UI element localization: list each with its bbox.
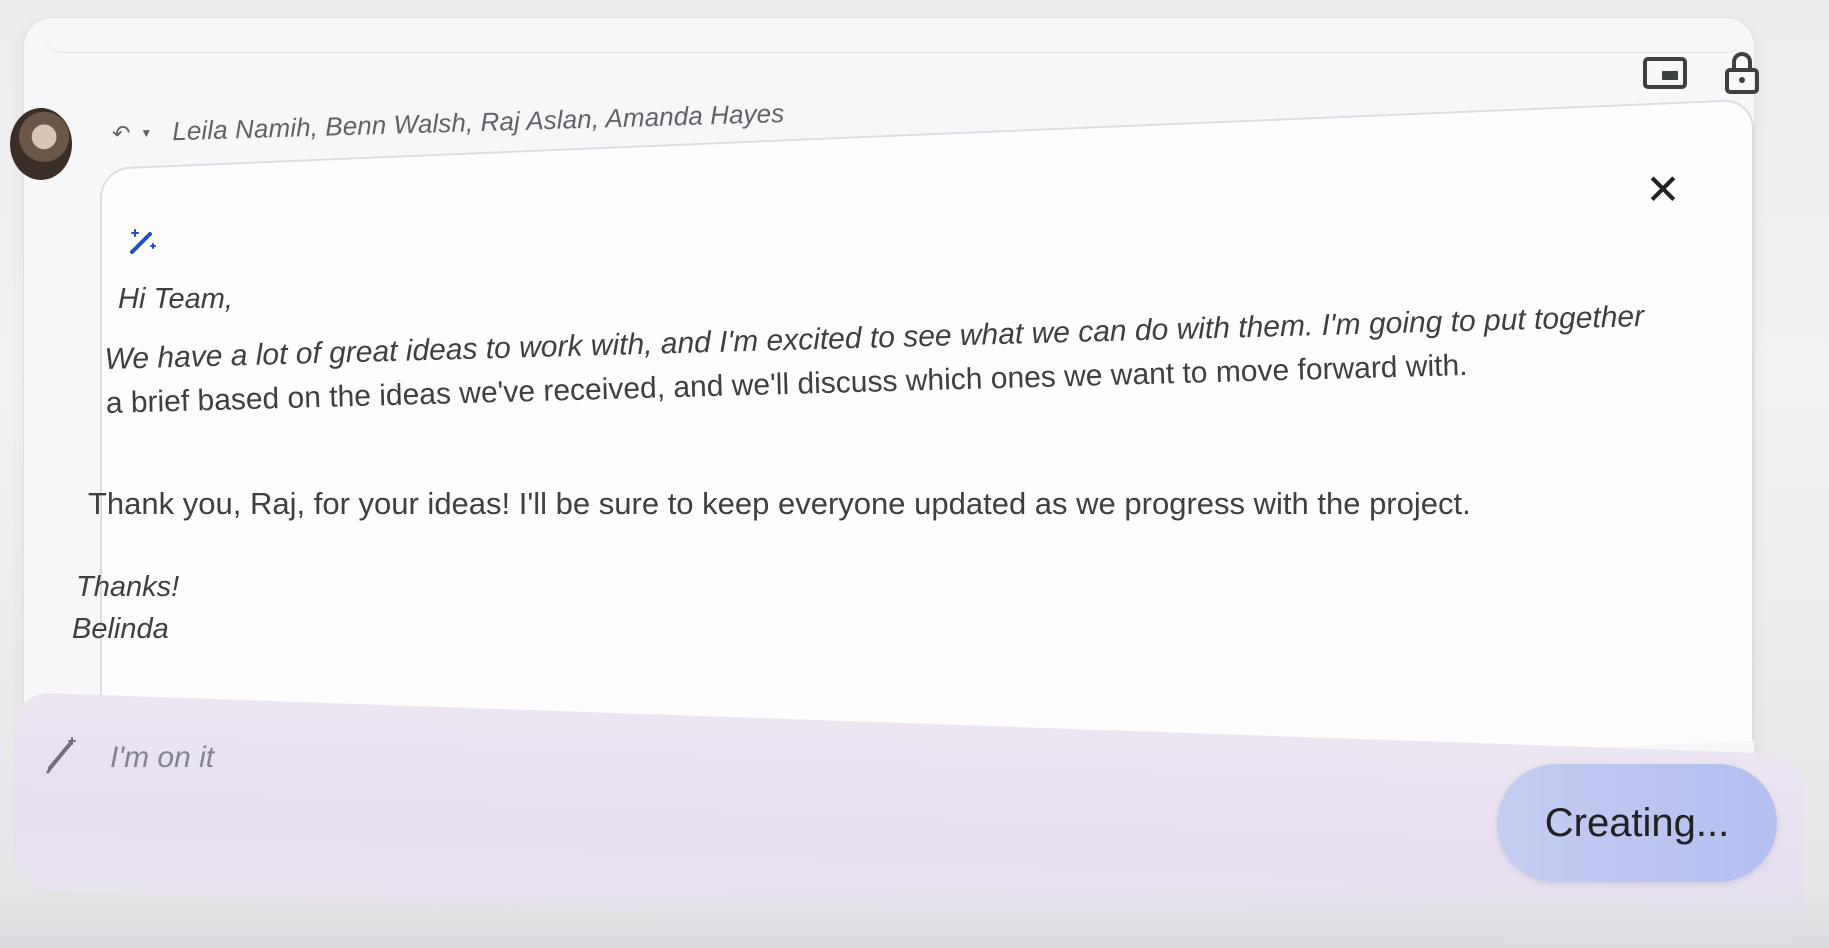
draft-greeting: Hi Team, [118, 283, 233, 315]
draft-signature: Belinda [72, 613, 169, 645]
draft-signoff: Thanks! [76, 571, 180, 603]
window-controls [1643, 52, 1759, 94]
bottom-shadow [0, 880, 1829, 948]
email-compose-screen: ↶ ▼ Leila Namih, Benn Walsh, Raj Aslan, … [0, 0, 1829, 948]
pencil-icon [46, 737, 76, 774]
previous-message-edge [44, 12, 1744, 53]
chevron-down-icon[interactable]: ▼ [140, 125, 152, 139]
magic-pen-icon [130, 229, 156, 254]
draft-paragraph-2: Thank you, Raj, for your ideas! I'll be … [88, 486, 1471, 521]
creating-button[interactable]: Creating... [1497, 764, 1777, 882]
picture-in-picture-icon[interactable] [1643, 57, 1687, 89]
reply-icon[interactable]: ↶ [112, 120, 131, 146]
lock-icon[interactable] [1725, 52, 1759, 94]
avatar[interactable] [10, 108, 72, 180]
prompt-input[interactable] [108, 740, 912, 776]
close-icon[interactable]: ✕ [1643, 169, 1683, 211]
